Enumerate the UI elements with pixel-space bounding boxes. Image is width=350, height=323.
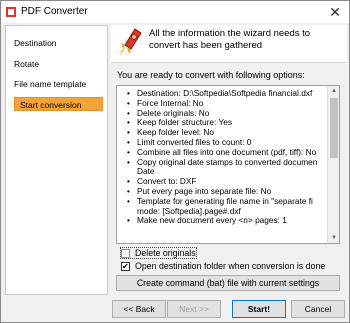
bullet-icon: • — [127, 216, 130, 226]
options-scrollbar[interactable]: ▲ ▼ — [327, 86, 339, 243]
list-item: • Destination: D:\Softpedia\Softpedia fin… — [127, 89, 313, 98]
back-button[interactable]: << Back — [112, 300, 166, 318]
bullet-icon: • — [127, 196, 130, 206]
open-destination-checkbox[interactable]: Open destination folder when conversion … — [121, 260, 325, 273]
bullet-icon: • — [127, 128, 130, 138]
app-icon — [6, 7, 16, 17]
checkbox-box[interactable] — [121, 249, 130, 258]
bullet-icon: • — [127, 89, 130, 98]
open-destination-label: Open destination folder when conversion … — [135, 261, 326, 271]
list-item: • Force Internal: No — [127, 98, 204, 108]
sidebar-item-destination[interactable]: Destination — [14, 36, 57, 50]
start-button[interactable]: Start! — [232, 300, 286, 318]
list-item: • Limit converted files to count: 0 — [127, 137, 252, 147]
bullet-icon: • — [127, 157, 130, 167]
wizard-steps-sidebar: Destination Rotate File name template St… — [5, 25, 108, 295]
scroll-down-icon[interactable]: ▼ — [328, 233, 339, 243]
options-summary-list[interactable]: • Destination: D:\Softpedia\Softpedia fin… — [116, 85, 340, 244]
list-item: • Convert to: DXF — [127, 177, 197, 187]
bullet-icon: • — [127, 186, 130, 196]
delete-originals-checkbox[interactable]: Delete originals — [120, 247, 197, 260]
scrollbar-thumb[interactable] — [330, 98, 338, 158]
close-button[interactable]: ✕ — [321, 1, 349, 23]
close-icon: ✕ — [329, 4, 341, 20]
create-batch-file-button[interactable]: Create command (bat) file with current s… — [116, 275, 340, 291]
scroll-up-icon[interactable]: ▲ — [328, 86, 339, 96]
list-item: • Copy original date stamps to converted … — [127, 157, 318, 177]
list-item: • Template for generating file name in "s… — [127, 196, 313, 216]
delete-originals-label: Delete originals — [120, 247, 197, 259]
next-button[interactable]: Next >> — [167, 300, 221, 318]
bullet-icon: • — [127, 108, 130, 118]
list-item: • Delete originals: No — [127, 108, 210, 118]
rocket-icon — [118, 28, 142, 58]
wizard-header: All the information the wizard needs to … — [111, 25, 347, 63]
options-list: • Destination: D:\Softpedia\Softpedia fin… — [117, 89, 327, 226]
main-panel: All the information the wizard needs to … — [111, 25, 347, 295]
list-item: • Make new document every <n> pages: 1 — [127, 216, 287, 226]
bullet-icon: • — [127, 118, 130, 128]
bullet-icon: • — [127, 98, 130, 108]
wizard-header-message: All the information the wizard needs to … — [149, 28, 311, 51]
sidebar-item-start-conversion[interactable]: Start conversion — [14, 97, 103, 111]
list-item: • Keep folder level: No — [127, 128, 215, 138]
pdf-converter-window: PDF Converter ✕ Destination Rotate File … — [0, 0, 350, 323]
checkbox-box[interactable] — [121, 260, 130, 273]
bullet-icon: • — [127, 147, 130, 157]
cancel-button[interactable]: Cancel — [291, 300, 345, 318]
list-item: • Keep folder structure: Yes — [127, 118, 233, 128]
sidebar-item-rotate[interactable]: Rotate — [14, 57, 39, 71]
window-title: PDF Converter — [21, 6, 88, 17]
list-item: • Put every page into separate file: No — [127, 186, 272, 196]
title-bar: PDF Converter ✕ — [1, 1, 349, 23]
ready-text: You are ready to convert with following … — [117, 70, 305, 80]
bullet-icon: • — [127, 137, 130, 147]
bullet-icon: • — [127, 177, 130, 187]
list-item: • Combine all files into one document (pd… — [127, 147, 317, 157]
sidebar-item-file-name-template[interactable]: File name template — [14, 77, 86, 91]
